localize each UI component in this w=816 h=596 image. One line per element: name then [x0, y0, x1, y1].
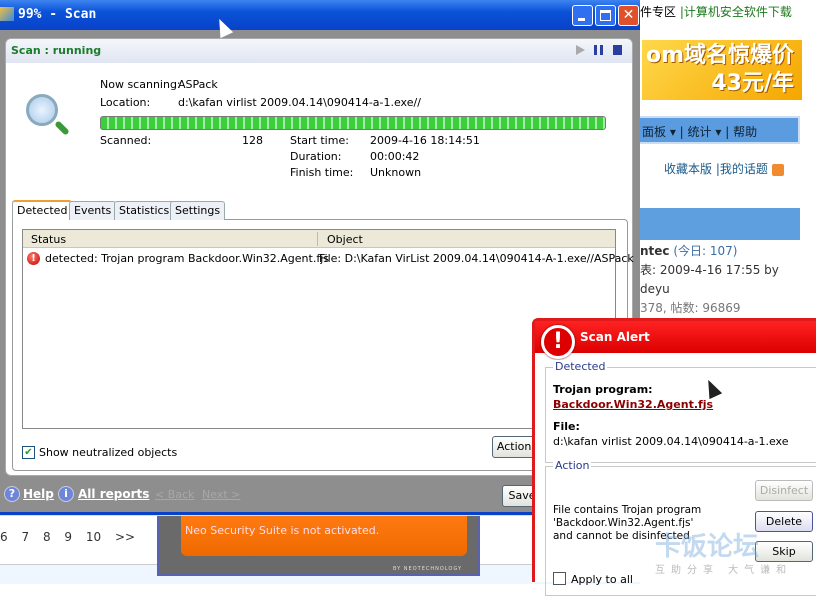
start-time-value: 2009-4-16 18:14:51 — [370, 134, 480, 147]
list-header: Status Object — [23, 230, 615, 248]
now-scanning-label: Now scanning: — [100, 78, 181, 91]
app-icon[interactable] — [0, 7, 14, 21]
location-value: d:\kafan virlist 2009.04.14\090414-a-1.e… — [178, 96, 421, 109]
page-link[interactable]: 10 — [86, 530, 101, 544]
link[interactable]: 件专区 — [640, 5, 676, 19]
help-link[interactable]: Help — [23, 487, 54, 501]
back-button[interactable]: < Back — [155, 488, 194, 501]
info-icon[interactable]: i — [58, 486, 74, 502]
scanned-label: Scanned: — [100, 134, 152, 147]
neo-brand: BY NEOTECHNOLOGY — [393, 566, 462, 572]
show-neutralized-checkbox[interactable]: ✔ — [22, 446, 35, 459]
neo-activation-banner: Neo Security Suite is not activated. BY … — [157, 516, 480, 576]
watermark-sub: 互助分享 大气谦和 — [655, 565, 793, 576]
window-title: 99% - Scan — [18, 7, 97, 22]
alert-warning-icon: ! — [541, 325, 575, 359]
all-reports-link[interactable]: All reports — [78, 487, 149, 501]
stop-icon[interactable] — [613, 45, 622, 55]
page-link[interactable]: 9 — [64, 530, 72, 544]
location-label: Location: — [100, 96, 151, 109]
now-scanning-value: ASPack — [178, 78, 218, 91]
detected-group — [545, 367, 816, 463]
duration-label: Duration: — [290, 150, 342, 163]
forum-info: ntec (今日: 107) 表: 2009-4-16 17:55 by dey… — [640, 242, 779, 318]
scan-status: Scan : running — [6, 39, 632, 63]
link[interactable]: |计算机安全软件下载 — [680, 5, 792, 19]
progress-bar — [100, 116, 606, 130]
today-count: (今日: 107) — [673, 244, 738, 258]
delete-button[interactable]: Delete — [755, 511, 813, 532]
error-icon: ! — [27, 252, 40, 265]
tab-events[interactable]: Events — [69, 201, 117, 220]
file-path: d:\kafan virlist 2009.04.14\090414-a-1.e… — [553, 435, 789, 448]
play-icon[interactable] — [576, 45, 585, 55]
banner-line: om域名惊爆价 — [645, 43, 794, 68]
section-header — [636, 208, 800, 240]
minimize-button[interactable] — [572, 5, 593, 26]
ad-banner[interactable]: om域名惊爆价 43元/年 — [642, 40, 802, 100]
detected-list: Status Object ! detected: Trojan program… — [22, 229, 634, 429]
pause-icon[interactable] — [594, 45, 603, 55]
disinfect-button[interactable]: Disinfect — [755, 480, 813, 501]
next-button[interactable]: Next > — [202, 488, 240, 501]
threat-name-link[interactable]: Backdoor.Win32.Agent.fjs — [553, 398, 713, 411]
magnifier-handle — [54, 120, 70, 136]
maximize-button[interactable] — [595, 5, 616, 26]
finish-time-label: Finish time: — [290, 166, 354, 179]
help-icon[interactable]: ? — [4, 486, 20, 502]
page-link[interactable]: 6 — [0, 530, 8, 544]
page-link[interactable]: 8 — [43, 530, 51, 544]
neo-message: Neo Security Suite is not activated. — [181, 516, 467, 556]
skip-button[interactable]: Skip — [755, 541, 813, 562]
table-row[interactable]: ! detected: Trojan program Backdoor.Win3… — [23, 250, 634, 268]
forum-nav: 面板 ▾ | 统计 ▾ | 帮助 — [636, 116, 800, 144]
apply-to-all-checkbox[interactable] — [553, 572, 566, 585]
column-divider[interactable] — [317, 232, 318, 246]
rss-icon[interactable] — [771, 163, 784, 176]
forum-links: 收藏本版 |我的话题 — [664, 160, 784, 177]
last-post: 表: 2009-4-16 17:55 by — [640, 263, 779, 277]
row-status: detected: Trojan program Backdoor.Win32.… — [45, 252, 330, 265]
row-object: File: D:\Kafan VirList 2009.04.14\090414… — [319, 252, 634, 265]
tab-settings[interactable]: Settings — [170, 201, 226, 220]
scan-alert-dialog: Scan Alert ! Detected Trojan program: Ba… — [532, 318, 816, 596]
title-bar[interactable]: 99% - Scan — [0, 0, 640, 30]
detected-legend: Detected — [553, 360, 608, 373]
link[interactable]: 收藏本版 — [664, 162, 712, 176]
nav-item[interactable]: 统计 — [688, 125, 712, 139]
action-legend: Action — [553, 459, 592, 472]
link[interactable]: |我的话题 — [716, 162, 768, 176]
tab-detected[interactable]: Detected — [12, 200, 73, 220]
pagination: 6 7 8 9 10 >> — [0, 530, 135, 544]
file-label: File: — [553, 420, 580, 433]
duration-value: 00:00:42 — [370, 150, 420, 163]
start-time-label: Start time: — [290, 134, 349, 147]
page-next[interactable]: >> — [115, 530, 135, 544]
last-user[interactable]: deyu — [640, 280, 779, 299]
close-button[interactable]: ✕ — [618, 5, 639, 26]
nav-item[interactable]: 面板 — [642, 125, 666, 139]
column-object[interactable]: Object — [327, 233, 363, 246]
forum-name[interactable]: ntec — [640, 244, 670, 258]
finish-time-value: Unknown — [370, 166, 422, 179]
threat-type: Trojan program: — [553, 383, 653, 396]
banner-line: 43元/年 — [711, 71, 794, 96]
page-link[interactable]: 7 — [21, 530, 29, 544]
alert-title[interactable]: Scan Alert — [535, 321, 816, 353]
nav-item[interactable]: 帮助 — [733, 125, 757, 139]
scanned-value: 128 — [242, 134, 263, 147]
tab-statistics[interactable]: Statistics — [114, 201, 175, 220]
show-neutralized-label[interactable]: Show neutralized objects — [39, 446, 177, 459]
magnifier-icon — [26, 94, 58, 126]
apply-to-all-label[interactable]: Apply to all — [571, 573, 633, 586]
column-status[interactable]: Status — [31, 233, 66, 246]
top-links: 件专区 |计算机安全软件下载 — [636, 0, 816, 24]
forum-stats: 378, 帖数: 96869 — [640, 301, 741, 315]
watermark: 卡饭论坛 — [655, 532, 760, 562]
